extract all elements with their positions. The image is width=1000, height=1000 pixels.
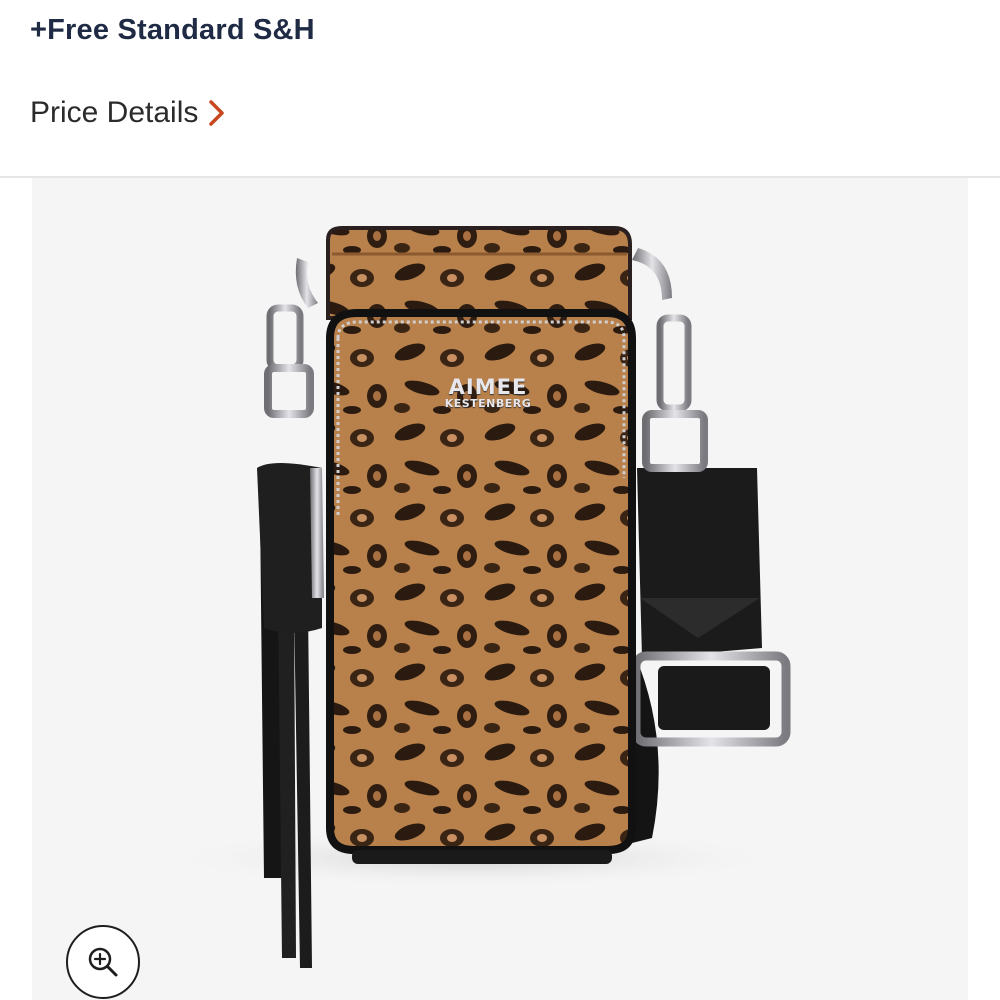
product-image[interactable]: AIMEE KESTENBERG [32, 178, 968, 1000]
price-details-label: Price Details [30, 96, 199, 129]
brand-logo: AIMEE KESTENBERG [430, 376, 546, 410]
brand-line-1: AIMEE [448, 375, 528, 399]
free-shipping-text: +Free Standard S&H [30, 14, 315, 46]
price-details-link[interactable]: Price Details [30, 96, 226, 130]
chevron-right-icon [209, 100, 225, 126]
zoom-button[interactable] [66, 925, 140, 999]
brand-line-2: KESTENBERG [444, 397, 532, 410]
zoom-in-icon [88, 947, 118, 977]
bottle-bag-illustration [162, 226, 791, 968]
